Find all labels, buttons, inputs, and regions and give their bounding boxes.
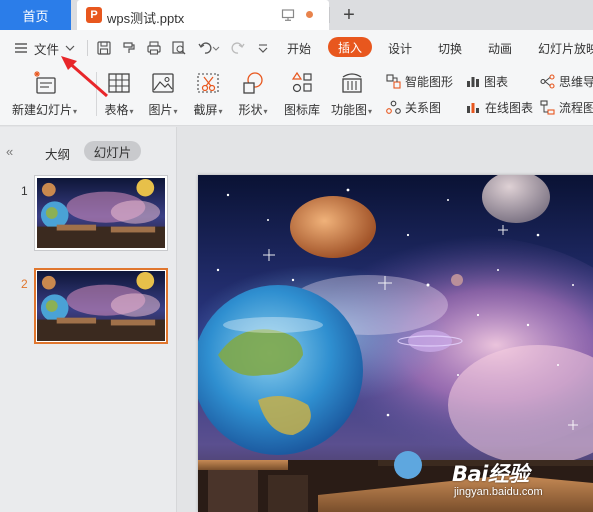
annotation-arrow-icon — [61, 56, 108, 98]
format-painter-icon[interactable] — [121, 40, 137, 56]
slide-number: 1 — [21, 184, 28, 198]
ribbon-tab-design[interactable]: 设计 — [388, 40, 412, 57]
tab-document[interactable]: P wps测试.pptx — [77, 0, 329, 30]
slide-thumbnail-1[interactable] — [34, 175, 168, 251]
icon-library-icon — [291, 71, 312, 93]
mind-map-icon — [540, 73, 555, 89]
flowchart-icon — [540, 99, 555, 115]
online-chart-icon — [467, 102, 479, 113]
relationship-chart-icon — [386, 100, 401, 114]
slides-panel: « 大纲 幻灯片 1 2 — [0, 127, 177, 512]
flowchart-button[interactable]: 流程图 — [540, 98, 593, 116]
caret-down-icon: ▾ — [368, 107, 373, 116]
slide-number-active: 2 — [21, 277, 28, 291]
document-title: wps测试.pptx — [107, 11, 185, 26]
smart-graphic-label: 智能图形 — [405, 74, 454, 89]
flowchart-label: 流程图 — [559, 100, 593, 115]
table-label: 表格 — [104, 103, 129, 117]
online-chart-label: 在线图表 — [485, 100, 534, 115]
chart-button[interactable]: 图表 — [466, 72, 508, 90]
picture-button[interactable]: 图片▾ — [148, 70, 178, 120]
screenshot-label: 截屏 — [193, 103, 218, 117]
icon-library-button[interactable]: 图标库 — [284, 70, 320, 120]
customize-dropdown-icon[interactable] — [257, 40, 269, 56]
presentation-icon: P — [86, 7, 102, 23]
hamburger-menu-icon — [15, 43, 27, 53]
shape-label: 形状 — [238, 103, 263, 117]
tab-home[interactable]: 首页 — [0, 0, 71, 30]
relationship-chart-button[interactable]: 关系图 — [386, 98, 441, 116]
print-icon[interactable] — [146, 40, 162, 56]
collapse-panel-icon[interactable]: « — [6, 144, 13, 159]
undo-icon[interactable] — [197, 40, 213, 56]
undo-dropdown-icon[interactable] — [212, 40, 220, 56]
watermark-url: jingyan.baidu.com — [454, 486, 543, 498]
unsaved-dot-icon — [306, 11, 313, 18]
function-chart-icon — [341, 73, 362, 93]
new-tab-button[interactable]: + — [337, 3, 361, 27]
watermark: Bai经验 jingyan.baidu.com — [452, 458, 588, 504]
watermark-brand: Bai经验 — [452, 462, 529, 486]
new-slide-label: 新建幻灯片 — [12, 103, 73, 117]
tab-divider — [329, 7, 330, 23]
shape-icon — [243, 72, 263, 94]
smart-graphic-button[interactable]: 智能图形 — [386, 72, 453, 90]
caret-down-icon: ▾ — [129, 107, 134, 116]
tab-outline[interactable]: 大纲 — [45, 144, 70, 163]
tab-bar: 首页 P wps测试.pptx + — [0, 0, 593, 30]
monitor-icon[interactable] — [281, 8, 295, 22]
ribbon-tab-slideshow[interactable]: 幻灯片放映 — [538, 40, 593, 57]
redo-icon[interactable] — [230, 40, 246, 56]
smart-graphic-icon — [386, 73, 401, 89]
function-chart-button[interactable]: 功能图▾ — [331, 70, 372, 120]
function-chart-label: 功能图 — [331, 103, 368, 117]
picture-icon — [152, 73, 174, 93]
chevron-down-icon — [65, 45, 75, 51]
slide-1-image — [37, 178, 165, 248]
caret-down-icon: ▾ — [218, 107, 223, 116]
screenshot-scissors-icon — [197, 73, 219, 93]
picture-label: 图片 — [148, 103, 173, 117]
slide-2-image — [37, 271, 165, 341]
chart-label: 图表 — [484, 74, 509, 89]
slide-canvas — [178, 127, 593, 512]
ribbon-tab-transition[interactable]: 切换 — [438, 40, 462, 57]
screenshot-button[interactable]: 截屏▾ — [193, 70, 223, 120]
print-preview-icon[interactable] — [171, 40, 187, 56]
mind-map-button[interactable]: 思维导 — [540, 72, 593, 90]
ribbon-tab-animation[interactable]: 动画 — [488, 40, 512, 57]
online-chart-button[interactable]: 在线图表 — [466, 98, 533, 116]
caret-down-icon: ▾ — [263, 107, 268, 116]
caret-down-icon: ▾ — [73, 107, 78, 116]
bar-chart-icon — [467, 77, 479, 87]
tab-slides[interactable]: 幻灯片 — [84, 141, 141, 161]
mind-map-label: 思维导 — [559, 74, 593, 89]
relationship-chart-label: 关系图 — [405, 100, 442, 115]
shape-button[interactable]: 形状▾ — [238, 70, 268, 120]
slide-thumbnail-2[interactable] — [34, 268, 168, 344]
caret-down-icon: ▾ — [173, 107, 178, 116]
ribbon-tab-insert[interactable]: 插入 — [328, 37, 372, 57]
ribbon-tab-home[interactable]: 开始 — [287, 40, 311, 57]
icon-library-label: 图标库 — [284, 103, 321, 117]
